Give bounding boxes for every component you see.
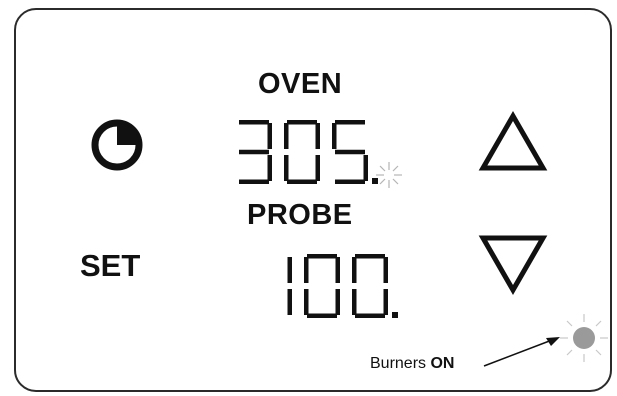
oven-digit-2 (284, 120, 320, 184)
timer-button[interactable] (88, 116, 148, 176)
oven-label: OVEN (258, 68, 343, 100)
pie-timer-icon (91, 119, 143, 171)
led-dot (573, 327, 595, 349)
probe-decimal-point (392, 312, 398, 318)
burners-caption: Burners ON (370, 355, 454, 373)
probe-digit-1 (287, 257, 292, 315)
up-button[interactable] (478, 110, 548, 174)
pointer-arrow-icon (483, 337, 560, 367)
burners-caption-state: ON (430, 355, 455, 372)
probe-digit-2 (304, 254, 340, 318)
probe-readout (287, 254, 398, 318)
oven-readout (239, 120, 378, 184)
sparkle-icon (376, 162, 402, 188)
burners-caption-prefix: Burners (370, 355, 427, 372)
probe-label: PROBE (247, 199, 353, 231)
triangle-down-icon (478, 235, 548, 296)
probe-digit-3 (352, 254, 388, 318)
oven-digit-3 (332, 120, 368, 184)
down-button[interactable] (478, 232, 548, 296)
set-button[interactable]: SET (80, 248, 140, 284)
triangle-up-icon (478, 110, 548, 171)
oven-digit-1 (239, 120, 272, 184)
